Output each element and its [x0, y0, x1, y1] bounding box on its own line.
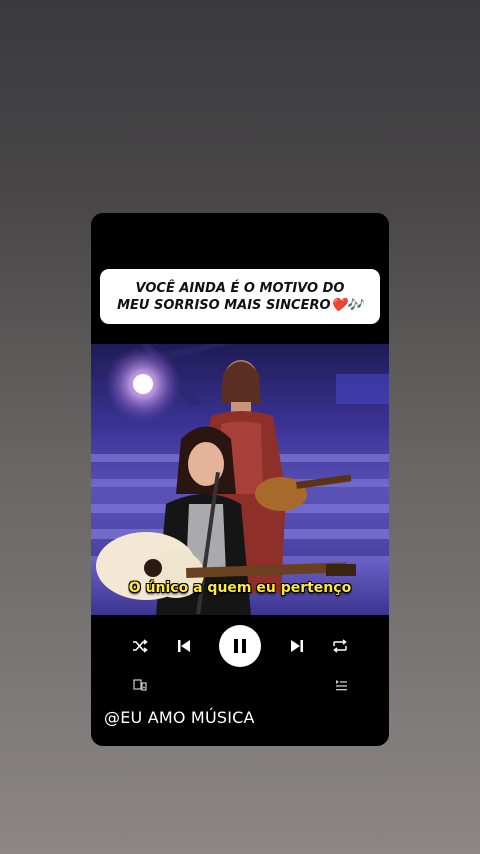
caption-box: VOCÊ AINDA É O MOTIVO DO MEU SORRISO MAI…	[100, 269, 380, 324]
previous-icon[interactable]	[173, 621, 195, 671]
devices-icon[interactable]	[133, 678, 147, 696]
account-handle: @EU AMO MÚSICA	[104, 708, 255, 727]
pause-button[interactable]	[219, 625, 261, 667]
heart-music-emoji: ❤️🎶	[330, 297, 363, 313]
caption-line-2: MEU SORRISO MAIS SINCERO	[117, 297, 331, 313]
caption-text: VOCÊ AINDA É O MOTIVO DO MEU SORRISO MAI…	[111, 280, 369, 314]
lyric-subtitle: O único a quem eu pertenço	[128, 580, 352, 596]
repeat-icon[interactable]	[329, 621, 351, 671]
stage-scene-image	[91, 344, 389, 615]
pause-icon	[234, 639, 246, 653]
story-card: VOCÊ AINDA É O MOTIVO DO MEU SORRISO MAI…	[91, 213, 389, 746]
shuffle-icon[interactable]	[129, 621, 151, 671]
caption-line-1: VOCÊ AINDA É O MOTIVO DO	[135, 280, 345, 296]
next-icon[interactable]	[286, 621, 308, 671]
secondary-controls	[91, 675, 389, 695]
queue-icon[interactable]	[335, 678, 348, 696]
video-frame[interactable]: O único a quem eu pertenço	[91, 344, 389, 615]
player-controls	[91, 621, 389, 671]
